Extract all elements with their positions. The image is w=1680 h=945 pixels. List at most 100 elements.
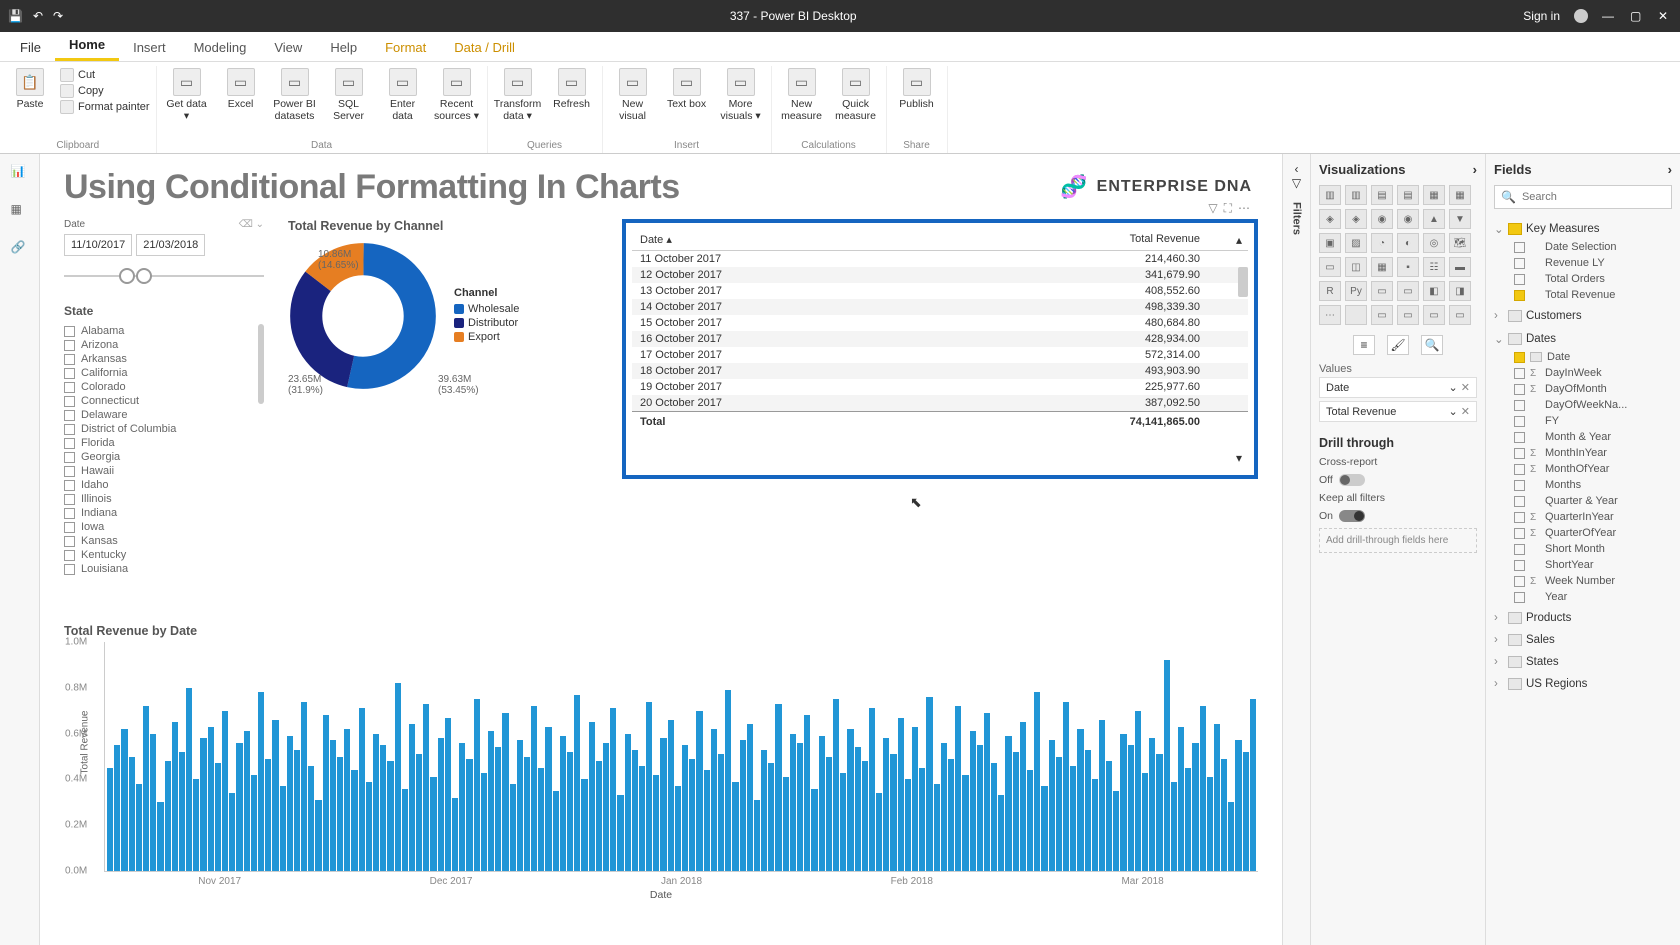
bar[interactable] (991, 763, 997, 871)
bar[interactable] (545, 727, 551, 871)
field-item[interactable]: Month & Year (1494, 429, 1672, 445)
bar[interactable] (387, 761, 393, 871)
report-view-icon[interactable]: 📊 (11, 164, 29, 182)
table-header-revenue[interactable]: Total Revenue (780, 233, 1240, 246)
field-item[interactable]: Total Revenue (1494, 287, 1672, 303)
bar[interactable] (366, 782, 372, 871)
bar[interactable] (732, 782, 738, 871)
bar[interactable] (574, 695, 580, 871)
bar[interactable] (1077, 729, 1083, 871)
bar[interactable] (919, 768, 925, 871)
table-row[interactable]: 19 October 2017225,977.60 (632, 379, 1248, 395)
bar[interactable] (998, 795, 1004, 871)
bar[interactable] (287, 736, 293, 871)
bar[interactable] (804, 715, 810, 871)
drill-through-dropzone[interactable]: Add drill-through fields here (1319, 528, 1477, 553)
viz-type-icon[interactable]: ⋯ (1319, 305, 1341, 325)
ribbon-button[interactable]: ▭More visuals ▾ (717, 66, 765, 122)
fields-search[interactable]: 🔍 (1494, 185, 1672, 209)
bar[interactable] (294, 750, 300, 871)
state-item[interactable]: Idaho (64, 478, 264, 492)
bar[interactable] (617, 795, 623, 871)
viz-type-icon[interactable]: ▨ (1345, 233, 1367, 253)
eraser-icon[interactable]: ⌫ (239, 219, 253, 230)
viz-type-icon[interactable]: ◐ (1397, 233, 1419, 253)
tab-format[interactable]: Format (371, 34, 440, 61)
bar[interactable] (200, 738, 206, 871)
bar[interactable] (481, 773, 487, 871)
bar[interactable] (783, 777, 789, 871)
search-input[interactable] (1522, 191, 1665, 203)
table-header[interactable]: ›States (1494, 653, 1672, 671)
field-item[interactable]: FY (1494, 413, 1672, 429)
bar[interactable] (222, 711, 228, 871)
bar[interactable] (136, 784, 142, 871)
ribbon-button[interactable]: ▭Excel (217, 66, 265, 110)
bar[interactable] (675, 786, 681, 871)
viz-type-icon[interactable]: ▦ (1449, 185, 1471, 205)
model-view-icon[interactable]: 🔗 (11, 240, 29, 258)
bar[interactable] (948, 759, 954, 871)
bar[interactable] (495, 747, 501, 871)
table-row[interactable]: 18 October 2017493,903.90 (632, 363, 1248, 379)
state-item[interactable]: Connecticut (64, 394, 264, 408)
table-header[interactable]: ›Products (1494, 609, 1672, 627)
state-item[interactable]: California (64, 366, 264, 380)
bar[interactable] (1128, 745, 1134, 871)
bar[interactable] (560, 736, 566, 871)
cross-report-toggle[interactable] (1339, 474, 1365, 486)
viz-type-icon[interactable]: ◉ (1397, 209, 1419, 229)
bar[interactable] (510, 784, 516, 871)
bar[interactable] (330, 740, 336, 871)
state-item[interactable]: Iowa (64, 520, 264, 534)
state-item[interactable]: Arkansas (64, 352, 264, 366)
bar[interactable] (215, 763, 221, 871)
expand-filters-icon[interactable]: ‹ (1295, 162, 1299, 176)
viz-type-icon[interactable]: ▥ (1319, 185, 1341, 205)
date-to-input[interactable]: 21/03/2018 (136, 234, 205, 256)
table-row[interactable]: 11 October 2017214,460.30 (632, 251, 1248, 267)
tab-help[interactable]: Help (316, 34, 371, 61)
bar[interactable] (402, 789, 408, 871)
bar[interactable] (315, 800, 321, 871)
field-item[interactable]: DayOfWeekNa... (1494, 397, 1672, 413)
bar[interactable] (603, 743, 609, 871)
ribbon-button[interactable]: ▭Publish (893, 66, 941, 110)
bar[interactable] (107, 768, 113, 871)
table-row[interactable]: 12 October 2017341,679.90 (632, 267, 1248, 283)
field-item[interactable]: ΣQuarterOfYear (1494, 525, 1672, 541)
keep-filters-toggle[interactable] (1339, 510, 1365, 522)
bar[interactable] (862, 761, 868, 871)
bar[interactable] (610, 708, 616, 871)
ribbon-button[interactable]: ▭New visual (609, 66, 657, 122)
more-icon[interactable]: ⋯ (1238, 201, 1250, 216)
date-slider[interactable] (64, 266, 264, 286)
bar[interactable] (1221, 759, 1227, 871)
bar[interactable] (452, 798, 458, 871)
bar[interactable] (1049, 740, 1055, 871)
report-canvas[interactable]: Using Conditional Formatting In Charts 🧬… (40, 154, 1282, 945)
redo-icon[interactable]: ↷ (53, 9, 63, 23)
bar[interactable] (689, 759, 695, 871)
table-visual[interactable]: ▽ ⛶ ⋯ Date ▴ Total Revenue 11 October 20… (622, 219, 1258, 479)
field-item[interactable]: Date (1494, 349, 1672, 365)
bar[interactable] (704, 770, 710, 871)
bar[interactable] (984, 713, 990, 871)
bar[interactable] (768, 763, 774, 871)
bar[interactable] (833, 699, 839, 871)
viz-type-icon[interactable]: ▭ (1449, 305, 1471, 325)
ribbon-button[interactable]: ▭Get data ▾ (163, 66, 211, 122)
viz-type-icon[interactable]: ◈ (1319, 209, 1341, 229)
table-row[interactable]: 14 October 2017498,339.30 (632, 299, 1248, 315)
bar[interactable] (596, 761, 602, 871)
viz-type-icon[interactable]: ▭ (1371, 305, 1393, 325)
bar[interactable] (1135, 711, 1141, 871)
bar[interactable] (740, 740, 746, 871)
signin-button[interactable]: Sign in (1523, 9, 1560, 23)
table-row[interactable]: 20 October 2017387,092.50 (632, 395, 1248, 411)
paste-button[interactable]: 📋Paste (6, 66, 54, 110)
bar[interactable] (265, 759, 271, 871)
bar[interactable] (912, 727, 918, 871)
ribbon-button[interactable]: ▭Quick measure (832, 66, 880, 122)
bar[interactable] (941, 743, 947, 871)
